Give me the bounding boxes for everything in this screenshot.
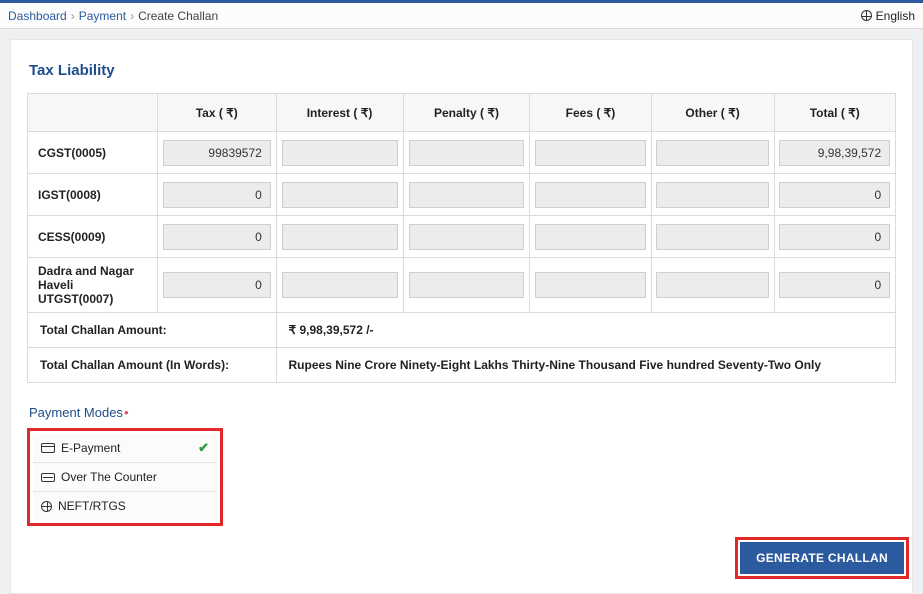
total-input [779, 182, 890, 208]
breadcrumb-current: Create Challan [138, 9, 218, 23]
language-selector[interactable]: English [861, 9, 915, 23]
breadcrumb-dashboard[interactable]: Dashboard [8, 9, 67, 23]
payment-mode-label: Over The Counter [61, 470, 157, 484]
col-total: Total ( ₹) [774, 94, 895, 132]
globe-icon [41, 501, 52, 512]
payment-mode-neft[interactable]: NEFT/RTGS [33, 491, 217, 520]
generate-challan-button[interactable]: GENERATE CHALLAN [740, 542, 904, 574]
check-icon: ✔ [198, 440, 209, 456]
fees-input[interactable] [535, 272, 646, 298]
col-fees: Fees ( ₹) [530, 94, 651, 132]
section-title: Tax Liability [29, 62, 896, 79]
interest-input[interactable] [282, 272, 398, 298]
col-tax: Tax ( ₹) [158, 94, 277, 132]
language-label: English [876, 9, 915, 23]
required-icon: • [124, 405, 129, 420]
row-label: Dadra and Nagar Haveli UTGST(0007) [28, 258, 158, 313]
generate-challan-highlight: GENERATE CHALLAN [735, 537, 909, 579]
other-input[interactable] [656, 182, 768, 208]
col-penalty: Penalty ( ₹) [403, 94, 530, 132]
interest-input[interactable] [282, 140, 398, 166]
other-input[interactable] [656, 224, 768, 250]
total-input [779, 272, 890, 298]
row-label: CESS(0009) [28, 216, 158, 258]
other-input[interactable] [656, 272, 768, 298]
total-amount-row: Total Challan Amount: ₹ 9,98,39,572 /- [28, 313, 896, 348]
total-words-value: Rupees Nine Crore Ninety-Eight Lakhs Thi… [276, 348, 895, 383]
breadcrumb-sep: › [71, 9, 75, 23]
row-label: IGST(0008) [28, 174, 158, 216]
fees-input[interactable] [535, 182, 646, 208]
tax-input[interactable] [163, 182, 271, 208]
cash-icon [41, 473, 55, 482]
table-row: CGST(0005) [28, 132, 896, 174]
fees-input[interactable] [535, 224, 646, 250]
payment-modes-box: E-Payment ✔ Over The Counter NEFT/RTGS [27, 428, 223, 526]
total-amount-label: Total Challan Amount: [28, 313, 277, 348]
payment-mode-label: E-Payment [61, 441, 120, 455]
other-input[interactable] [656, 140, 768, 166]
penalty-input[interactable] [409, 272, 525, 298]
tax-input[interactable] [163, 224, 271, 250]
interest-input[interactable] [282, 182, 398, 208]
payment-mode-otc[interactable]: Over The Counter [33, 462, 217, 491]
row-label: CGST(0005) [28, 132, 158, 174]
tax-input[interactable] [163, 140, 271, 166]
total-words-label: Total Challan Amount (In Words): [28, 348, 277, 383]
tax-liability-table: Tax ( ₹) Interest ( ₹) Penalty ( ₹) Fees… [27, 93, 896, 383]
penalty-input[interactable] [409, 182, 525, 208]
total-words-row: Total Challan Amount (In Words): Rupees … [28, 348, 896, 383]
breadcrumb: Dashboard › Payment › Create Challan [8, 9, 218, 23]
breadcrumb-sep: › [130, 9, 134, 23]
total-input [779, 224, 890, 250]
globe-icon [861, 10, 872, 21]
table-row: CESS(0009) [28, 216, 896, 258]
penalty-input[interactable] [409, 140, 525, 166]
payment-mode-label: NEFT/RTGS [58, 499, 126, 513]
col-other: Other ( ₹) [651, 94, 774, 132]
payment-modes-title: Payment Modes• [29, 405, 896, 420]
table-row: IGST(0008) [28, 174, 896, 216]
payment-mode-epayment[interactable]: E-Payment ✔ [33, 434, 217, 462]
table-row: Dadra and Nagar Haveli UTGST(0007) [28, 258, 896, 313]
total-input [779, 140, 890, 166]
fees-input[interactable] [535, 140, 646, 166]
col-blank [28, 94, 158, 132]
interest-input[interactable] [282, 224, 398, 250]
breadcrumb-payment[interactable]: Payment [79, 9, 126, 23]
tax-input[interactable] [163, 272, 271, 298]
card-icon [41, 443, 55, 453]
penalty-input[interactable] [409, 224, 525, 250]
col-interest: Interest ( ₹) [276, 94, 403, 132]
total-amount-value: ₹ 9,98,39,572 /- [276, 313, 895, 348]
